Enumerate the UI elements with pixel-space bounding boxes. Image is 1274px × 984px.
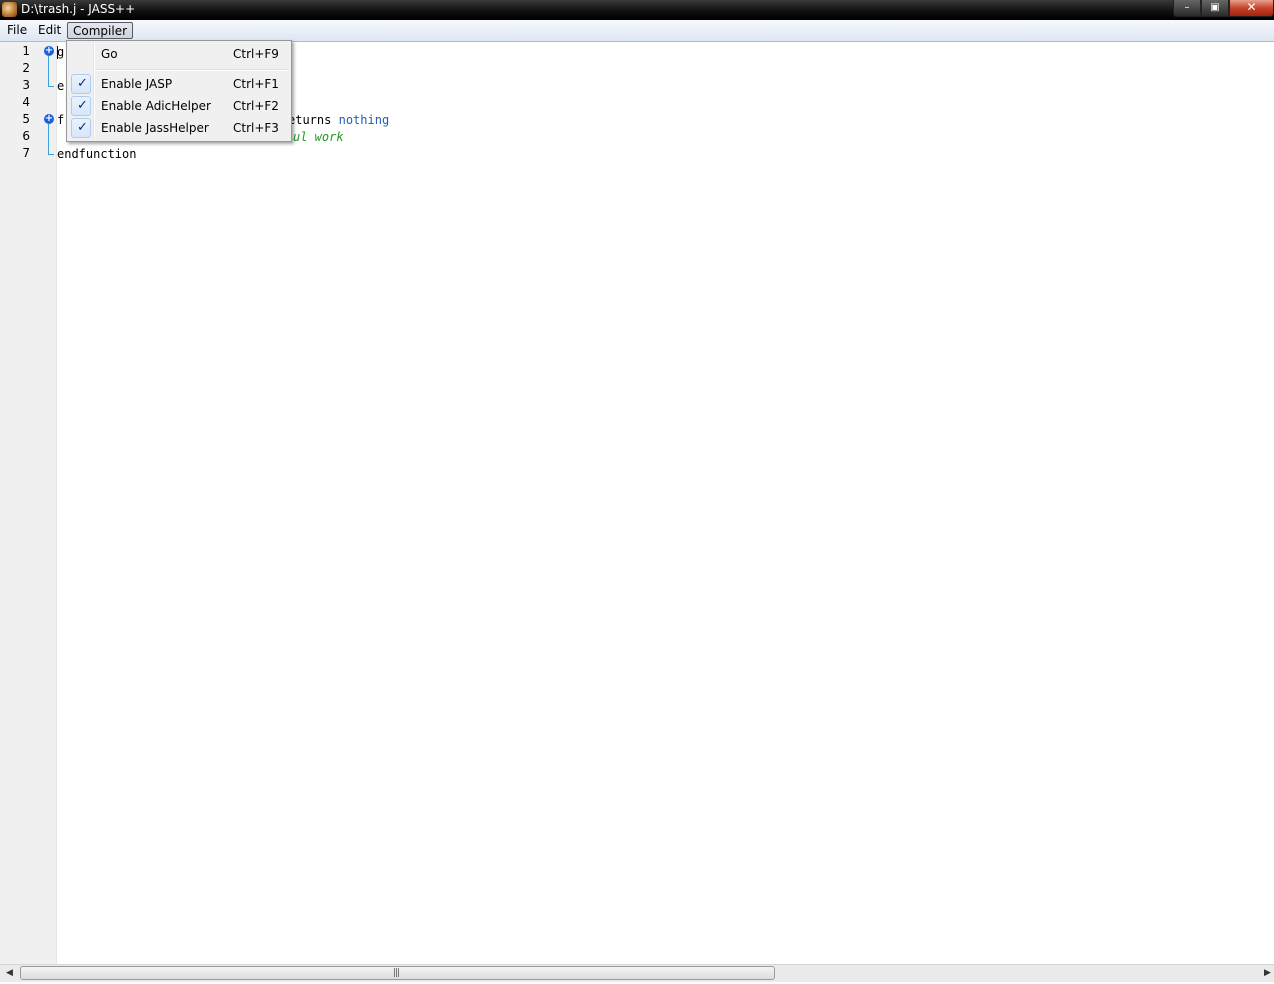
line-number: 1 bbox=[22, 44, 30, 58]
code-line-1: g bbox=[57, 45, 65, 59]
maximize-button[interactable]: ▣ bbox=[1201, 0, 1229, 17]
window-title: D:\trash.j - JASS++ bbox=[21, 2, 136, 16]
title-bar: D:\trash.j - JASS++ – ▣ ✕ bbox=[0, 0, 1274, 20]
fold-toggle-icon[interactable]: + bbox=[44, 46, 54, 56]
app-icon[interactable] bbox=[2, 2, 17, 17]
menu-item-enable-adichelper[interactable]: ✓ Enable AdicHelper Ctrl+F2 bbox=[69, 96, 289, 116]
scrollbar-thumb[interactable]: ||| bbox=[20, 966, 775, 980]
fold-end bbox=[48, 86, 54, 87]
check-icon: ✓ bbox=[71, 118, 91, 138]
check-icon: ✓ bbox=[71, 74, 91, 94]
menu-item-label: Enable JassHelper bbox=[101, 121, 209, 135]
scroll-right-icon[interactable]: ▶ bbox=[1264, 968, 1271, 978]
menu-item-shortcut: Ctrl+F9 bbox=[233, 47, 279, 61]
menu-item-shortcut: Ctrl+F1 bbox=[233, 77, 279, 91]
line-number: 6 bbox=[22, 129, 30, 143]
code-comment: ul work bbox=[293, 130, 344, 144]
menu-edit[interactable]: Edit bbox=[33, 22, 66, 39]
menu-separator bbox=[96, 69, 288, 71]
menu-item-enable-jasp[interactable]: ✓ Enable JASP Ctrl+F1 bbox=[69, 74, 289, 94]
fold-end bbox=[48, 154, 54, 155]
line-number: 5 bbox=[22, 112, 30, 126]
line-number: 4 bbox=[22, 95, 30, 109]
menu-item-label: Enable JASP bbox=[101, 77, 173, 91]
fold-toggle-icon[interactable]: + bbox=[44, 114, 54, 124]
menu-item-label: Enable AdicHelper bbox=[101, 99, 211, 113]
grip-icon: ||| bbox=[393, 968, 400, 978]
code-token: f bbox=[57, 113, 65, 127]
checkmark-icon: ✓ bbox=[77, 76, 88, 91]
code-line-5-tail: eturns nothing bbox=[288, 113, 389, 127]
menu-file[interactable]: File bbox=[2, 22, 32, 39]
close-button[interactable]: ✕ bbox=[1229, 0, 1274, 17]
menu-item-go[interactable]: Go Ctrl+F9 bbox=[69, 44, 289, 64]
scroll-left-icon[interactable]: ◀ bbox=[6, 968, 13, 978]
checkmark-icon: ✓ bbox=[77, 98, 88, 113]
code-line-5: f bbox=[57, 113, 64, 127]
code-line-7: endfunction bbox=[57, 147, 137, 161]
menu-item-label: Go bbox=[101, 47, 118, 61]
menu-compiler[interactable]: Compiler bbox=[67, 22, 134, 39]
menu-bar: File Edit Compiler bbox=[0, 20, 1274, 42]
minimize-button[interactable]: – bbox=[1173, 0, 1201, 17]
line-number: 3 bbox=[22, 78, 30, 92]
menu-item-shortcut: Ctrl+F2 bbox=[233, 99, 279, 113]
line-number-gutter: 1 2 3 4 5 6 7 + + bbox=[0, 42, 57, 964]
menu-item-shortcut: Ctrl+F3 bbox=[233, 121, 279, 135]
code-editor[interactable]: 1 2 3 4 5 6 7 + + g e f eturns nothing u… bbox=[0, 42, 1274, 964]
compiler-dropdown-menu: Go Ctrl+F9 ✓ Enable JASP Ctrl+F1 ✓ Enabl… bbox=[66, 40, 292, 142]
line-number: 2 bbox=[22, 61, 30, 75]
fold-line bbox=[48, 56, 49, 86]
checkmark-icon: ✓ bbox=[77, 120, 88, 135]
code-line-3: e bbox=[57, 79, 65, 93]
horizontal-scrollbar[interactable]: ◀ ||| ▶ bbox=[0, 964, 1274, 982]
line-number: 7 bbox=[22, 146, 30, 160]
check-icon: ✓ bbox=[71, 96, 91, 116]
code-type: nothing bbox=[338, 113, 390, 127]
menu-item-enable-jasshelper[interactable]: ✓ Enable JassHelper Ctrl+F3 bbox=[69, 118, 289, 138]
fold-line bbox=[48, 124, 49, 154]
code-keyword: eturns bbox=[288, 113, 332, 127]
